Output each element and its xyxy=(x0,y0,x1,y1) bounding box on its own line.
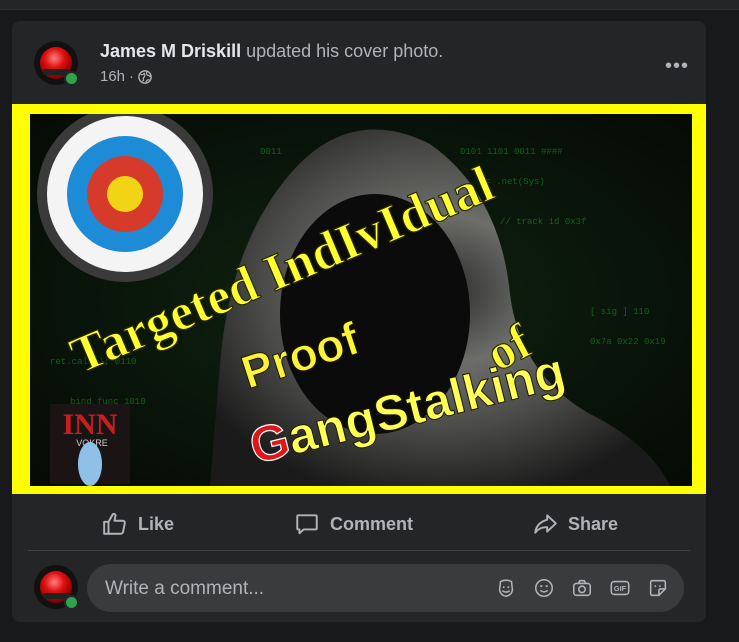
comment-button[interactable]: Comment xyxy=(294,503,413,545)
comment-icon xyxy=(296,514,318,535)
svg-text:[ sig ] 110: [ sig ] 110 xyxy=(590,307,649,317)
more-options-button[interactable]: ••• xyxy=(660,55,694,77)
comment-input[interactable] xyxy=(103,564,467,614)
viewer-avatar[interactable] xyxy=(34,565,79,610)
cover-photo[interactable]: 0101 1101 0011 #### := .net(Sys) // trac… xyxy=(12,104,706,494)
post-timestamp[interactable]: 16h xyxy=(100,68,125,85)
meta-separator: · xyxy=(129,68,135,85)
channel-logo: INN VOKRE xyxy=(50,404,130,486)
top-bar xyxy=(0,0,739,10)
target-logo xyxy=(37,114,213,282)
post-action-text: updated his cover photo. xyxy=(246,41,444,61)
author-line: James M Driskill updated his cover photo… xyxy=(100,41,443,62)
globe-icon[interactable] xyxy=(138,69,152,84)
share-label: Share xyxy=(568,513,619,534)
like-button[interactable]: Like xyxy=(102,503,174,545)
post-meta: 16h · xyxy=(100,68,152,85)
like-label: Like xyxy=(138,513,175,534)
post-card: James M Driskill updated his cover photo… xyxy=(12,21,706,622)
share-button[interactable]: Share xyxy=(532,503,618,545)
share-arrow-icon xyxy=(534,514,557,534)
svg-text:INN: INN xyxy=(62,408,117,441)
svg-text:0101 1101 0011 ####: 0101 1101 0011 #### xyxy=(460,147,563,157)
svg-text:// track id 0x3f: // track id 0x3f xyxy=(500,217,586,227)
online-status-dot xyxy=(64,71,79,86)
author-name[interactable]: James M Driskill xyxy=(100,41,241,61)
svg-text:0011: 0011 xyxy=(260,147,282,157)
post-actions: Like Comment Share xyxy=(12,503,706,545)
actions-divider xyxy=(28,550,690,551)
avatar-sticker-icon[interactable] xyxy=(494,576,518,600)
svg-text:0x7a 0x22 0x19: 0x7a 0x22 0x19 xyxy=(590,337,666,347)
comment-box[interactable]: GIF xyxy=(87,564,684,614)
svg-text:GIF: GIF xyxy=(614,584,627,593)
cover-image: 0101 1101 0011 #### := .net(Sys) // trac… xyxy=(30,114,692,486)
comment-label: Comment xyxy=(330,513,414,534)
sticker-icon[interactable] xyxy=(646,576,670,600)
thumbs-up-icon xyxy=(103,512,126,535)
gif-icon[interactable]: GIF xyxy=(608,576,632,600)
post-header: James M Driskill updated his cover photo… xyxy=(34,41,694,91)
emoji-icon[interactable] xyxy=(532,576,556,600)
comment-composer: GIF xyxy=(12,563,706,614)
online-status-dot xyxy=(64,595,79,610)
author-avatar[interactable] xyxy=(34,41,79,86)
camera-icon[interactable] xyxy=(570,576,594,600)
comment-tools: GIF xyxy=(494,576,670,600)
